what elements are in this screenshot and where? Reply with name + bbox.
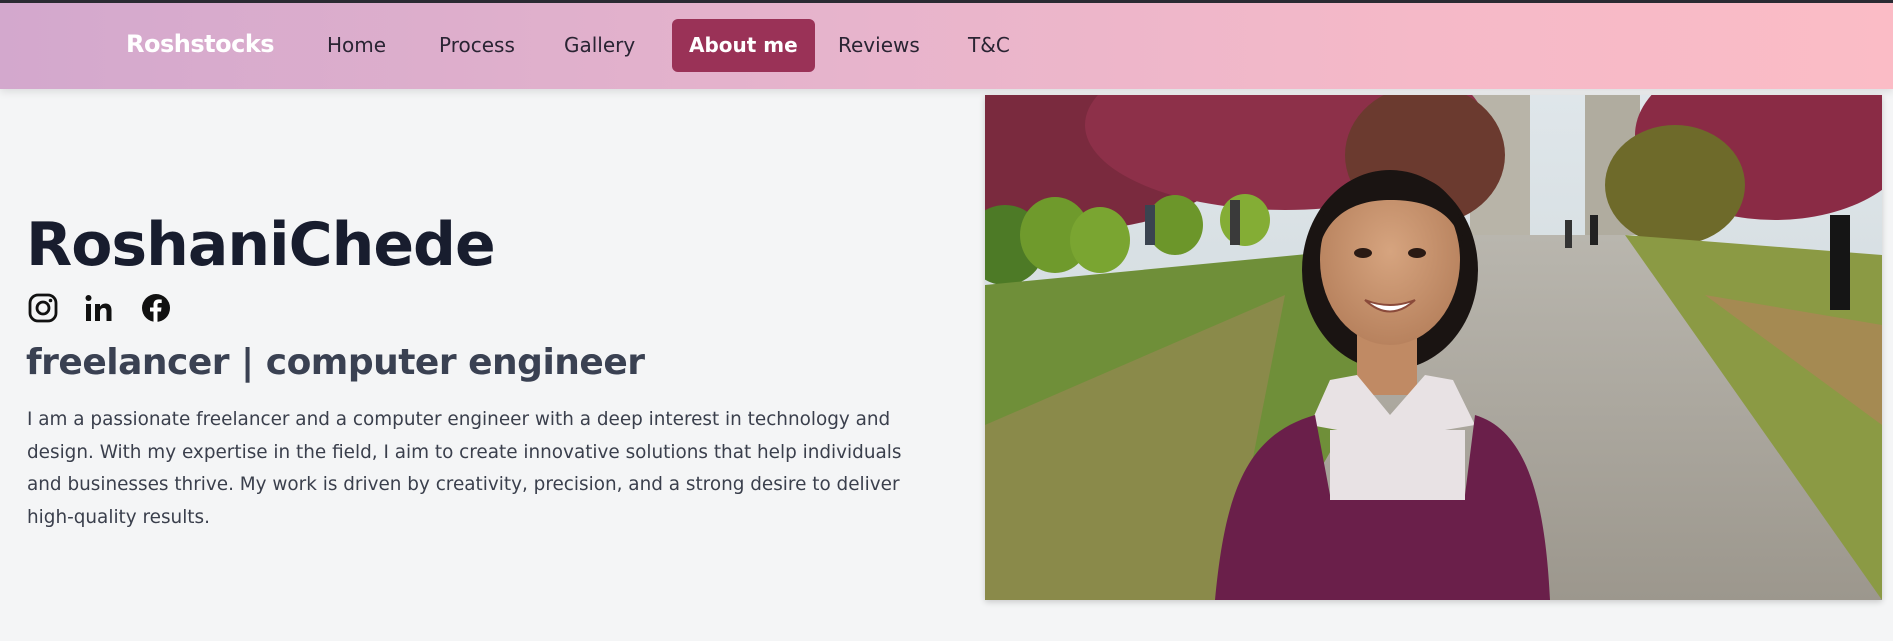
nav-link-tc[interactable]: T&C [951,19,1027,72]
linkedin-icon[interactable] [84,293,114,323]
instagram-icon[interactable] [28,293,58,323]
profile-name: RoshaniChede [26,210,496,280]
nav-link-process[interactable]: Process [422,19,532,72]
profile-photo [985,95,1882,600]
profile-bio: I am a passionate freelancer and a compu… [27,409,902,528]
navbar: Roshstocks Home Process Gallery About me… [0,3,1893,89]
nav-link-about-me[interactable]: About me [672,19,815,72]
portrait-photo-illustration [985,95,1882,600]
nav-link-gallery[interactable]: Gallery [547,19,652,72]
nav-link-home[interactable]: Home [310,19,403,72]
nav-link-reviews[interactable]: Reviews [821,19,937,72]
profile-subtitle: freelancer | computer engineer [26,342,645,383]
facebook-icon[interactable] [141,293,171,323]
brand-logo[interactable]: Roshstocks [126,30,275,58]
